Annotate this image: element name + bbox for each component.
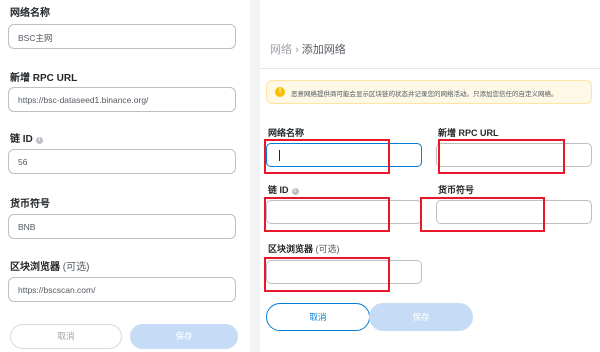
block-explorer-label: 区块浏览器 (可选) — [10, 258, 89, 273]
chain-id-label-text: 链 ID — [268, 185, 289, 195]
currency-symbol-input[interactable]: BNB — [8, 214, 236, 239]
warning-icon: ! — [275, 87, 285, 97]
breadcrumb-networks-link[interactable]: 网络 — [270, 44, 292, 56]
save-button[interactable]: 保存 — [130, 324, 238, 349]
currency-symbol-input[interactable] — [436, 200, 592, 224]
network-name-label: 网络名称 — [10, 8, 50, 19]
chain-id-label: 链 ID i — [268, 183, 299, 196]
rpc-url-label: 新增 RPC URL — [10, 73, 78, 84]
breadcrumb-separator-icon: › — [295, 44, 299, 56]
block-explorer-label-text: 区块浏览器 — [10, 262, 60, 273]
cancel-button[interactable]: 取消 — [10, 324, 122, 349]
block-explorer-label: 区块浏览器 (可选) — [268, 242, 340, 255]
block-explorer-input[interactable] — [266, 260, 422, 284]
left-network-form: 网络名称 BSC主网 新增 RPC URL https://bsc-datase… — [0, 0, 250, 352]
warning-banner: ! 恶意网络提供商可能会显示区块链的状态并记录您的网络活动。只添加您信任的自定义… — [266, 80, 592, 104]
rpc-url-input[interactable]: https://bsc-dataseed1.binance.org/ — [8, 87, 236, 112]
chain-id-input[interactable]: 56 — [8, 149, 236, 174]
panel-divider — [250, 0, 260, 352]
network-name-input[interactable]: BSC主网 — [8, 24, 236, 49]
save-button[interactable]: 保存 — [369, 303, 473, 331]
chain-id-label-text: 链 ID — [10, 134, 33, 145]
info-icon: i — [291, 188, 299, 195]
network-name-input[interactable] — [266, 143, 422, 167]
optional-tag: (可选) — [315, 244, 340, 254]
network-name-label: 网络名称 — [268, 128, 305, 138]
breadcrumb: 网络 › 添加网络 — [270, 41, 346, 57]
cancel-button[interactable]: 取消 — [266, 303, 370, 331]
rpc-url-label: 新增 RPC URL — [438, 128, 499, 138]
chain-id-label: 链 ID i — [10, 130, 43, 145]
rpc-url-input[interactable] — [436, 143, 592, 167]
block-explorer-label-text: 区块浏览器 — [268, 244, 314, 254]
info-icon: i — [35, 137, 43, 144]
text-caret — [279, 150, 280, 161]
currency-symbol-label: 货币符号 — [438, 185, 475, 195]
block-explorer-input[interactable]: https://bscscan.com/ — [8, 277, 236, 302]
warning-text: 恶意网络提供商可能会显示区块链的状态并记录您的网络活动。只添加您信任的自定义网络… — [291, 91, 558, 98]
header-divider — [260, 68, 600, 69]
breadcrumb-current: 添加网络 — [301, 44, 346, 56]
currency-symbol-label: 货币符号 — [10, 199, 50, 210]
right-add-network-form: 网络 › 添加网络 ! 恶意网络提供商可能会显示区块链的状态并记录您的网络活动。… — [260, 0, 600, 352]
chain-id-input[interactable] — [266, 200, 422, 224]
optional-tag: (可选) — [62, 262, 90, 273]
